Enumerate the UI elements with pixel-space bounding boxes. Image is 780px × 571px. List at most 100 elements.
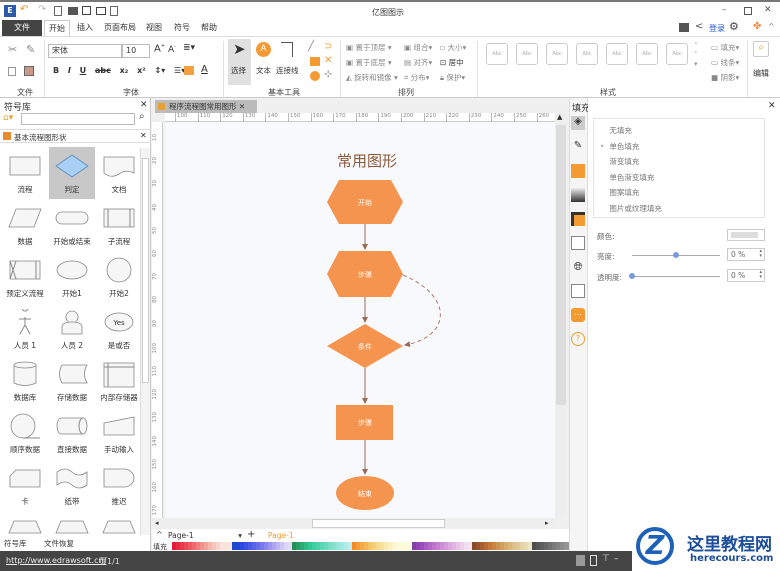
point-tool-icon[interactable]: ⊹	[324, 69, 332, 80]
tab-file-recovery[interactable]: 文件恢复	[44, 538, 74, 549]
fill-option-radio[interactable]: 无填充	[600, 125, 632, 136]
scroll-left-icon[interactable]: ◂	[155, 519, 159, 527]
website-link[interactable]: http://www.edrawsoft.cn/	[6, 556, 106, 565]
redo-icon[interactable]: ↷	[38, 4, 46, 15]
shape-item[interactable]: 文档	[96, 147, 140, 199]
presentation-icon[interactable]: ⊤	[602, 554, 610, 564]
shadow-button[interactable]: ■ 阴影▾	[711, 72, 739, 83]
loop-connector[interactable]	[402, 274, 441, 348]
tab-view[interactable]: 视图	[142, 20, 166, 36]
shape-item[interactable]: 人员 1	[2, 303, 48, 355]
fill-button[interactable]: ▭ 填充▾	[711, 42, 739, 53]
end-node[interactable]: 结束	[336, 476, 394, 510]
shape-item[interactable]	[2, 511, 48, 537]
fill-option-radio[interactable]: 图案填充	[600, 187, 639, 198]
align-button[interactable]: ▤ 对齐▾	[404, 57, 432, 68]
style-thumb-2[interactable]: Abc	[516, 43, 538, 65]
shape-item[interactable]: 开始或结束	[49, 199, 95, 251]
step-node-1[interactable]: 步骤	[327, 251, 403, 297]
size-button[interactable]: ▫ 大小▾	[440, 42, 466, 53]
shape-item[interactable]: 开始1	[49, 251, 95, 303]
close-tab-icon[interactable]: ✕	[239, 102, 245, 111]
shape-item[interactable]: 手动输入	[96, 407, 140, 459]
shrink-font-button[interactable]: A-	[168, 44, 176, 55]
shape-item[interactable]: 纸带	[49, 459, 95, 511]
shape-item[interactable]: 子流程	[96, 199, 140, 251]
line-button[interactable]: ▭ 线条▾	[711, 57, 739, 68]
print-icon[interactable]	[96, 7, 106, 15]
style-thumb-5[interactable]: Abc	[606, 43, 628, 65]
shape-item[interactable]: 直接数据	[49, 407, 95, 459]
share-file-icon[interactable]	[679, 23, 689, 32]
tab-file[interactable]: 文件	[2, 20, 42, 36]
shape-item[interactable]: 开始2	[96, 251, 140, 303]
cross-tool-icon[interactable]: ✕	[324, 55, 332, 66]
scrollbar-thumb[interactable]	[142, 158, 149, 383]
distribute-button[interactable]: ⌗ 分布▾	[404, 72, 429, 83]
settings-gear-icon[interactable]: ⚙	[729, 20, 739, 33]
library-search-icon[interactable]: ⌕	[139, 111, 145, 122]
fill-tool-icon[interactable]: ◈	[571, 116, 585, 130]
brightness-slider-handle[interactable]	[673, 252, 679, 258]
home-icon[interactable]: ⌂▾	[3, 113, 13, 123]
tab-symbol[interactable]: 符号	[170, 20, 194, 36]
search-icon[interactable]: ⌕	[753, 41, 769, 57]
connector-tool-button[interactable]: 连接线	[276, 39, 302, 85]
undo-icon[interactable]: ↶	[20, 4, 28, 15]
style-thumb-6[interactable]: Abc	[636, 43, 658, 65]
zoom-out-icon[interactable]: –	[614, 554, 619, 564]
shape-item[interactable]: Yes 是或否	[96, 303, 140, 355]
select-tool-button[interactable]: ➤ 选择	[228, 39, 251, 85]
tab-symbol-library[interactable]: 符号库	[4, 538, 27, 551]
shape-item[interactable]: 顺序数据	[2, 407, 48, 459]
tab-page-layout[interactable]: 页面布局	[100, 20, 140, 36]
canvas-horizontal-scrollbar[interactable]: ◂ ▸	[152, 518, 555, 529]
fill-option-radio[interactable]: 渐变填充	[600, 156, 639, 167]
condition-node[interactable]: 条件	[327, 324, 403, 368]
send-to-back-button[interactable]: ▣ 置于底层 ▾	[346, 57, 392, 68]
shape-item[interactable]: 数据库	[2, 355, 48, 407]
close-category-button[interactable]: ✕	[140, 131, 147, 140]
fill-option-radio[interactable]: 图片或纹理填充	[600, 203, 662, 214]
fill-option-radio[interactable]: 单色渐变填充	[600, 172, 654, 183]
protect-button[interactable]: 🔒︎ 保护▾	[440, 72, 465, 83]
apps-icon[interactable]: ✤	[753, 21, 761, 32]
arc-tool-icon[interactable]: ⊃	[324, 41, 332, 52]
shape-color-icon[interactable]	[571, 164, 585, 178]
login-link[interactable]: 登录	[709, 23, 725, 34]
comment-icon[interactable]: …	[571, 308, 585, 322]
line-style-icon[interactable]: ✎	[571, 140, 585, 154]
style-thumb-1[interactable]: Abc	[486, 43, 508, 65]
tab-help[interactable]: 帮助	[197, 20, 221, 36]
bring-to-front-button[interactable]: ▣ 置于顶层 ▾	[346, 42, 392, 53]
style-thumb-7[interactable]: Abc	[666, 43, 688, 65]
text-tool-button[interactable]: A 文本	[254, 39, 276, 85]
shape-item[interactable]: 存储数据	[49, 355, 95, 407]
tab-insert[interactable]: 插入	[73, 20, 97, 36]
shape-item[interactable]	[49, 511, 95, 537]
edit-button[interactable]: 编辑	[753, 68, 769, 79]
paste-icon[interactable]	[24, 66, 34, 76]
shadow-icon[interactable]	[571, 212, 585, 226]
text-format-buttons[interactable]: B I U abc x₂ x² ↕▾ ☰▾	[53, 66, 185, 75]
format-painter-icon[interactable]: ✎	[26, 43, 35, 56]
vscroll-thumb[interactable]	[556, 125, 566, 405]
shape-item[interactable]: 内部存储器	[96, 355, 140, 407]
category-header[interactable]: 基本流程图形状 ✕	[0, 129, 151, 143]
shape-item[interactable]	[96, 511, 140, 537]
view-mode-icon[interactable]	[576, 555, 585, 566]
style-thumb-4[interactable]: Abc	[576, 43, 598, 65]
close-button[interactable]: ✕	[764, 5, 772, 15]
collapse-pages-icon[interactable]: ^	[156, 530, 163, 539]
shape-item[interactable]: 推迟	[96, 459, 140, 511]
scroll-up-icon[interactable]: ▲	[557, 113, 562, 121]
color-picker[interactable]	[727, 229, 765, 241]
export-icon[interactable]	[110, 6, 118, 16]
shape-item[interactable]: 判定	[49, 147, 95, 199]
new-file-icon[interactable]	[54, 6, 62, 16]
page-properties-icon[interactable]	[571, 236, 585, 250]
step-node-2[interactable]: 步骤	[336, 405, 393, 440]
library-search-input[interactable]	[21, 113, 135, 125]
share-icon[interactable]: <	[695, 21, 703, 32]
line-tool-icon[interactable]: ╱	[308, 41, 314, 52]
